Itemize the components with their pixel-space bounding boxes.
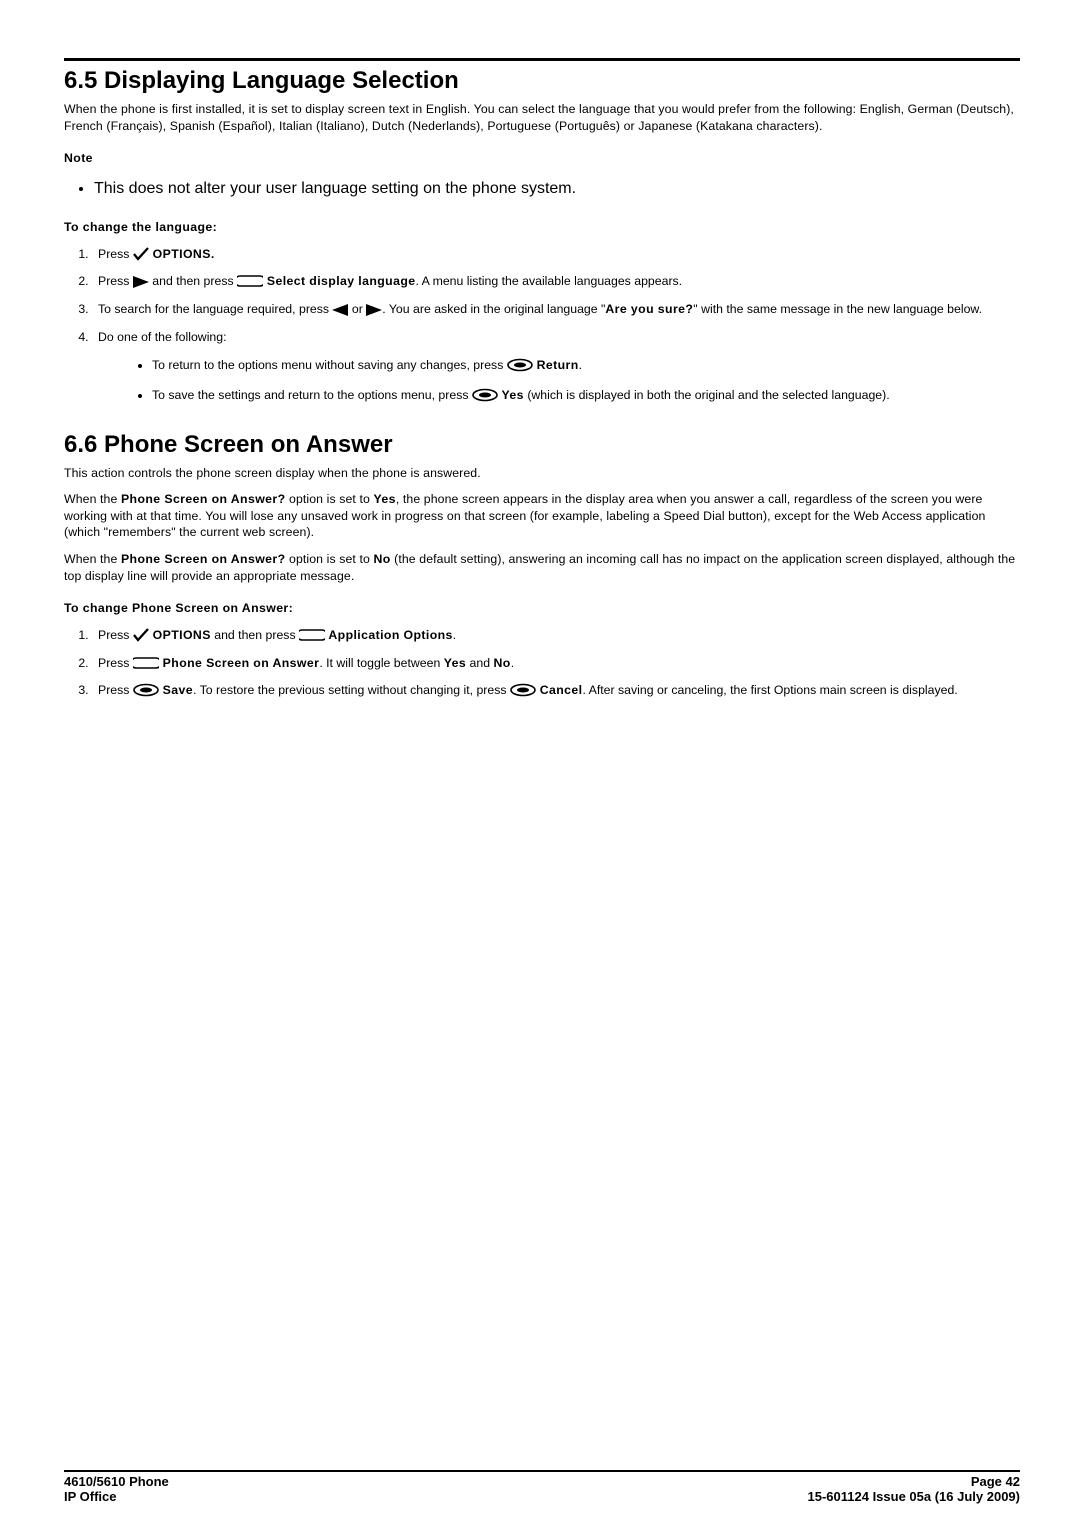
s2b: Phone Screen on Answer [159,656,319,670]
step3-a: To search for the language required, pre… [98,302,332,316]
s3a: Press [98,683,133,697]
step2-c: Select display language [263,274,415,288]
s3e: . After saving or canceling, the first O… [582,683,957,697]
step1-pre: Press [98,247,133,261]
s2e: and [466,656,493,670]
step3-pre: . You are asked in the original language… [382,302,605,316]
s1c: and then press [211,628,299,642]
softkey-open-icon [133,656,159,670]
s1a: Press [98,628,133,642]
check-icon [133,628,149,642]
footer-left-1: 4610/5610 Phone [64,1474,169,1489]
right-arrow-solid-icon [133,276,149,288]
s3b: Save [159,683,193,697]
left-arrow-solid-icon [332,304,348,316]
p2c: option is set to [286,492,374,506]
step2-b: and then press [149,274,237,288]
s4b2-c: (which is displayed in both the original… [524,388,890,402]
s2d: Yes [444,656,466,670]
s2a: Press [98,656,133,670]
s66-step-2: Press Phone Screen on Answer. It will to… [92,655,1020,673]
s3d: Cancel [536,683,583,697]
step1-post: OPTIONS. [149,247,215,261]
footer-rule [64,1470,1020,1472]
step4-bullet-1: To return to the options menu without sa… [152,357,1020,375]
steps-6-6: Press OPTIONS and then press Application… [64,627,1020,700]
p2d: Yes [373,492,395,506]
softkey-filled-icon [510,683,536,697]
footer-left-2: IP Office [64,1489,117,1504]
p2b: Phone Screen on Answer? [121,492,286,506]
p1-6-6: This action controls the phone screen di… [64,465,1020,482]
softkey-filled-icon [472,388,498,402]
s2c: . It will toggle between [319,656,443,670]
change-language-label: To change the language: [64,220,217,234]
step4-bullet-2: To save the settings and return to the o… [152,387,1020,405]
footer-right-1: Page 42 [971,1474,1020,1489]
p2a: When the [64,492,121,506]
footer-right-2: 15-601124 Issue 05a (16 July 2009) [808,1489,1021,1504]
s4b2-a: To save the settings and return to the o… [152,388,472,402]
softkey-open-icon [299,628,325,642]
note-bullets: This does not alter your user language s… [64,177,1020,200]
page-footer: 4610/5610 Phone Page 42 IP Office 15-601… [64,1470,1020,1504]
check-icon [133,247,149,261]
step2-d: . A menu listing the available languages… [415,274,682,288]
s4b1-b: Return [533,358,579,372]
note-bullet-1: This does not alter your user language s… [94,177,1020,200]
s4b2-b: Yes [498,388,524,402]
s3c: . To restore the previous setting withou… [193,683,510,697]
step4-text: Do one of the following: [98,330,227,344]
top-rule [64,58,1020,61]
note-bullet-1-text: This does not alter your user language s… [94,180,576,197]
s1b: OPTIONS [149,628,211,642]
s2g: . [511,656,514,670]
step-4: Do one of the following: To return to th… [92,329,1020,404]
p3-6-6: When the Phone Screen on Answer? option … [64,551,1020,584]
softkey-filled-icon [507,358,533,372]
p3a: When the [64,552,121,566]
s1d: Application Options [325,628,453,642]
step3-post: " with the same message in the new langu… [693,302,982,316]
p2-6-6: When the Phone Screen on Answer? option … [64,491,1020,541]
s2f: No [493,656,510,670]
s1e: . [453,628,456,642]
softkey-open-icon [237,274,263,288]
heading-6-5: 6.5 Displaying Language Selection [64,67,1020,95]
s4b1-c: . [579,358,582,372]
intro-6-5: When the phone is first installed, it is… [64,101,1020,134]
softkey-filled-icon [133,683,159,697]
p3d: No [373,552,390,566]
step4-bullets: To return to the options menu without sa… [98,357,1020,405]
step-2: Press and then press Select display lang… [92,273,1020,291]
note-label: Note [64,151,93,165]
step3-b: or [348,302,366,316]
heading-6-6: 6.6 Phone Screen on Answer [64,431,1020,459]
p3b: Phone Screen on Answer? [121,552,286,566]
step-1: Press OPTIONS. [92,246,1020,264]
s66-step-1: Press OPTIONS and then press Application… [92,627,1020,645]
p3c: option is set to [286,552,374,566]
step2-a: Press [98,274,133,288]
s4b1-a: To return to the options menu without sa… [152,358,507,372]
s66-step-3: Press Save. To restore the previous sett… [92,682,1020,700]
right-arrow-solid-icon [366,304,382,316]
step3-c: Are you sure? [605,302,693,316]
document-page: 6.5 Displaying Language Selection When t… [0,0,1080,1528]
change-phone-screen-label: To change Phone Screen on Answer: [64,601,293,615]
step-3: To search for the language required, pre… [92,301,1020,319]
steps-6-5: Press OPTIONS. Press and then press Sele… [64,246,1020,405]
